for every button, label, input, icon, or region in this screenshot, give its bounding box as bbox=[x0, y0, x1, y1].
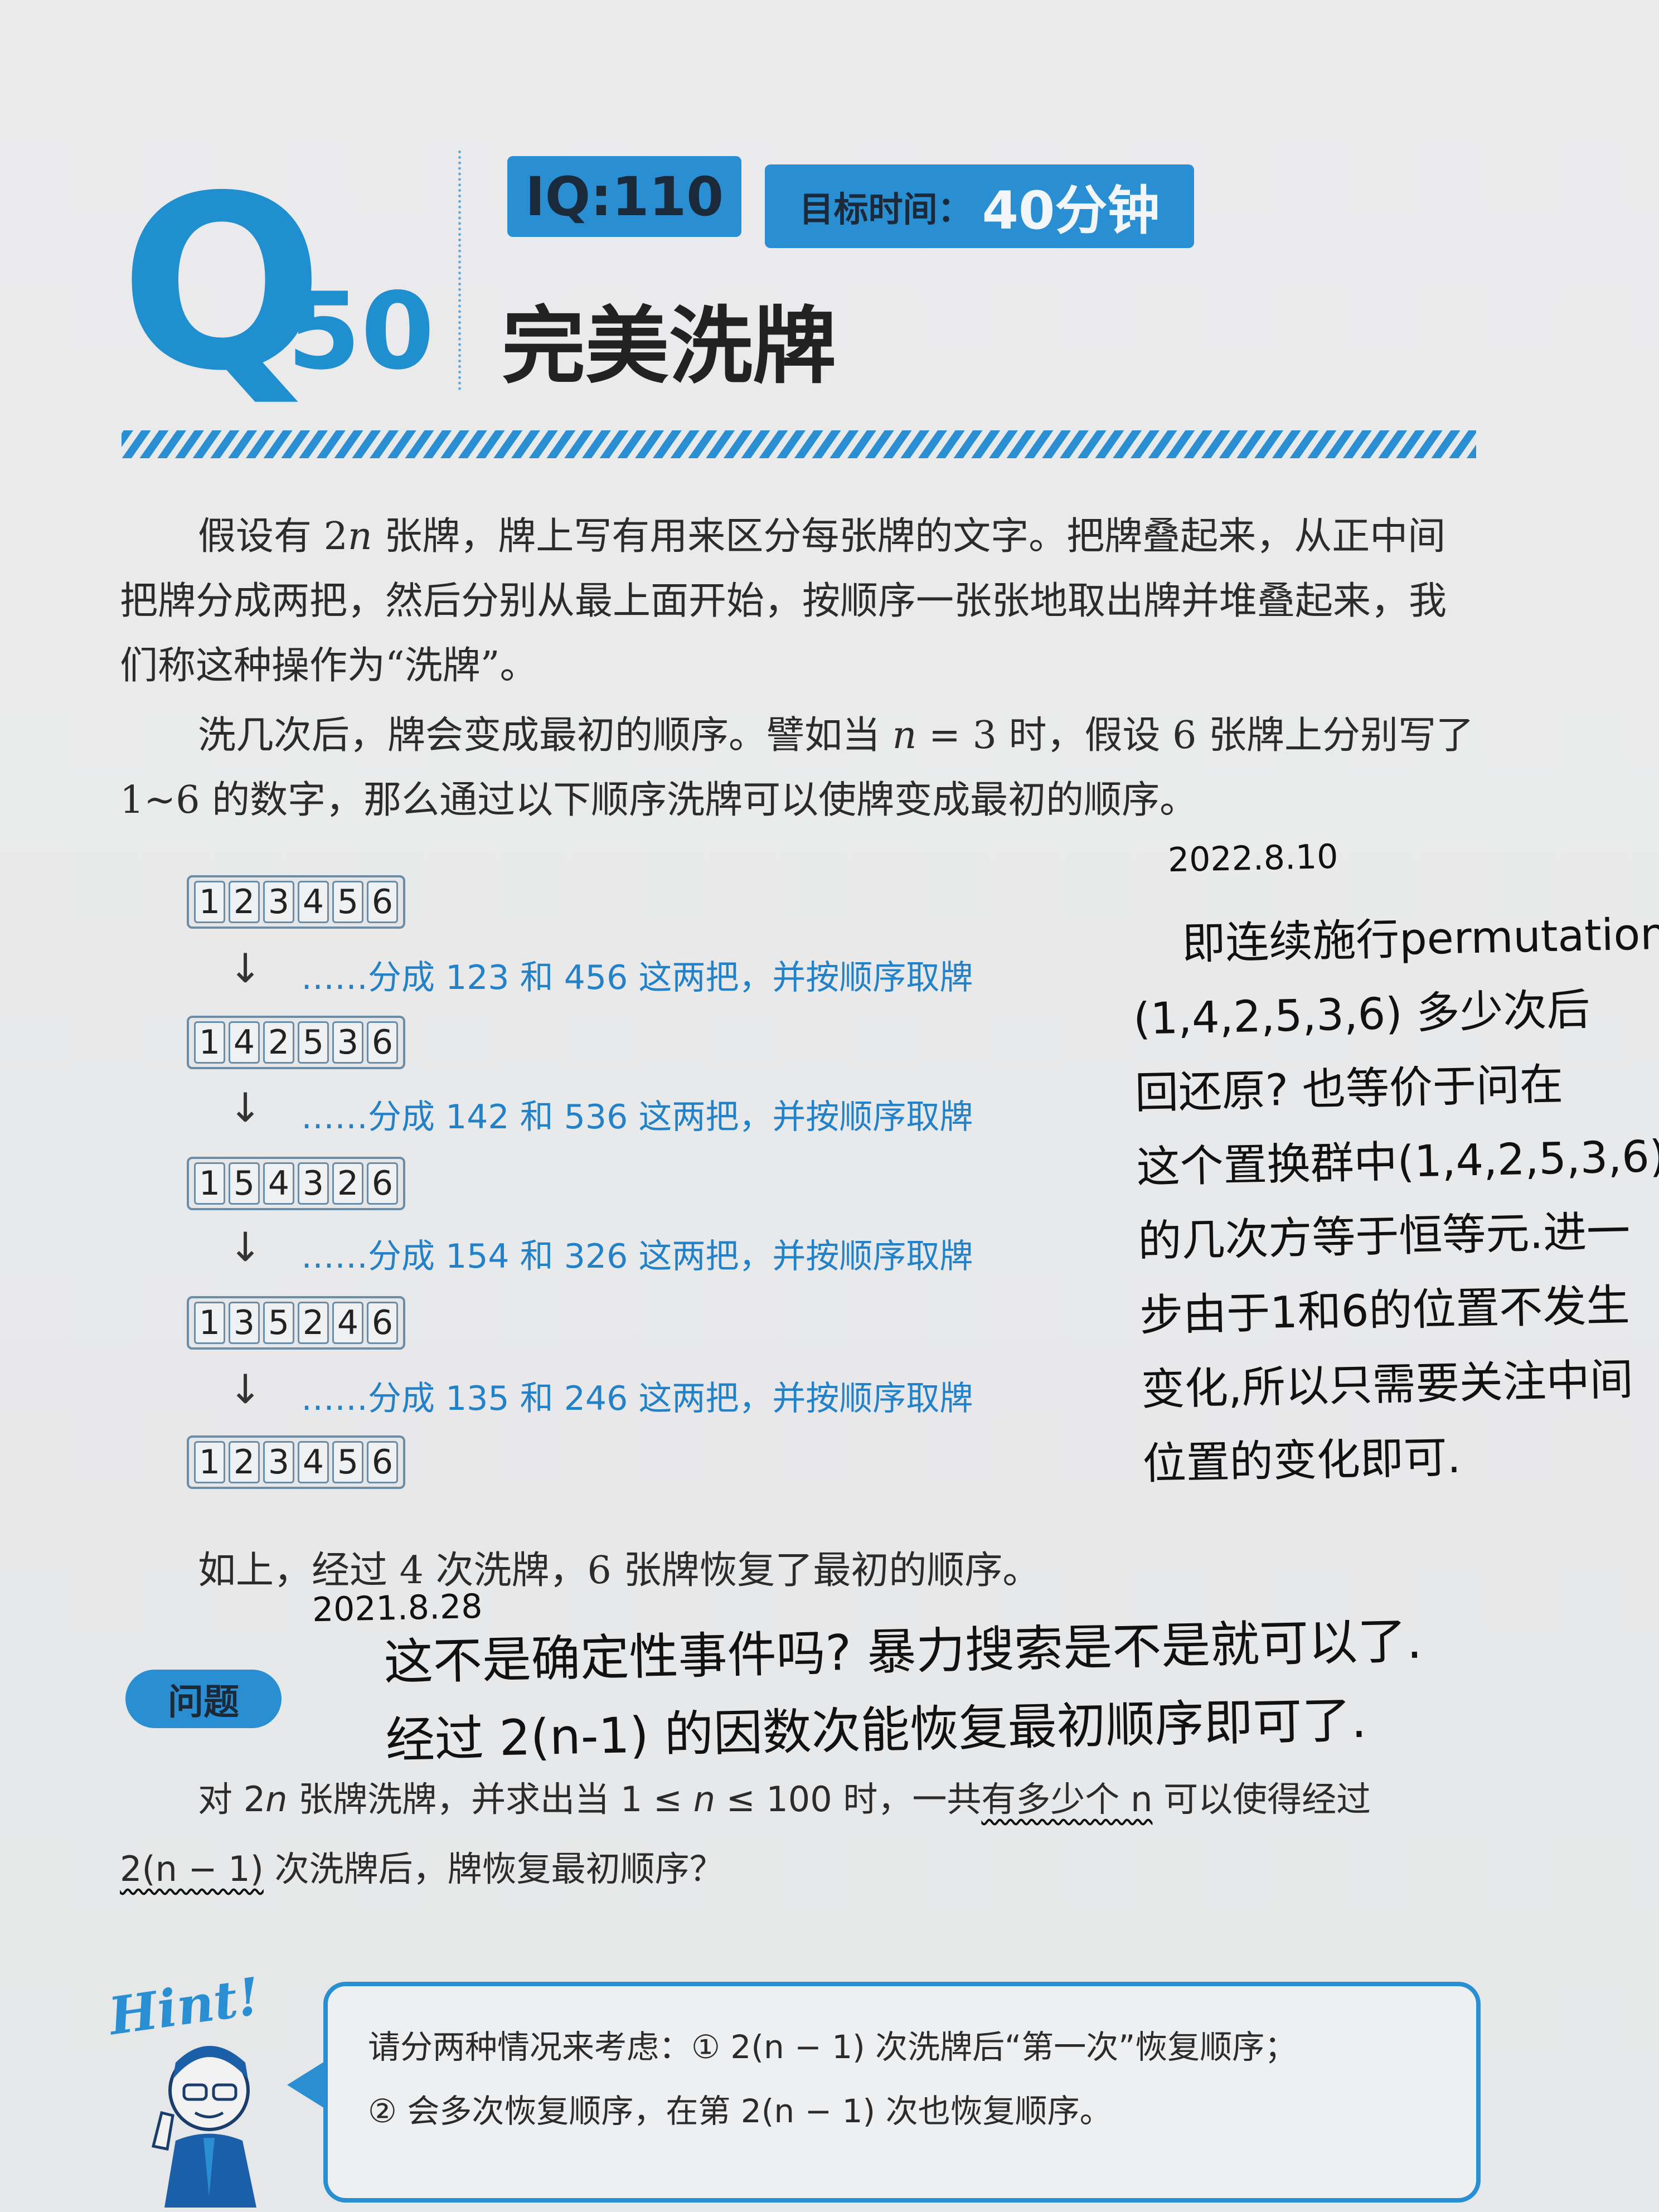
handwritten-line: 的几次方等于恒等元.进一 bbox=[1137, 1206, 1631, 1267]
card: 4 bbox=[229, 1021, 260, 1064]
question-fragment: ≤ 100 时，一共 bbox=[715, 1779, 982, 1820]
question-tag: 问题 bbox=[125, 1670, 282, 1728]
handwritten-date-right: 2022.8.10 bbox=[1167, 837, 1339, 880]
hint-text: 请分两种情况来考虑：① 2(n − 1) 次洗牌后“第一次”恢复顺序； ② 会多… bbox=[368, 2015, 1455, 2143]
handwritten-line: 这个置换群中(1,4,2,5,3,6) bbox=[1136, 1131, 1659, 1193]
handwritten-line: 回还原? 也等价于问在 bbox=[1134, 1059, 1564, 1119]
down-arrow-icon: ↓ bbox=[229, 1084, 263, 1131]
hint-line-2: ② 会多次恢复顺序，在第 2(n − 1) 次也恢复顺序。 bbox=[368, 2092, 1112, 2130]
header-stripe bbox=[122, 430, 1476, 458]
variable-n: n bbox=[347, 515, 372, 559]
card: 4 bbox=[298, 1441, 329, 1483]
card: 4 bbox=[263, 1162, 294, 1205]
handwritten-line: 变化,所以只需要关注中间 bbox=[1141, 1355, 1634, 1415]
question-text: 对 2n 张牌洗牌，并求出当 1 ≤ n ≤ 100 时，一共有多少个 n 可以… bbox=[120, 1764, 1480, 1904]
card: 5 bbox=[229, 1162, 260, 1205]
variable-n: n bbox=[693, 1779, 715, 1820]
card: 6 bbox=[367, 1441, 398, 1483]
step-note-1: ……分成 123 和 456 这两把，并按顺序取牌 bbox=[301, 958, 973, 997]
card: 1 bbox=[194, 1021, 225, 1064]
card: 5 bbox=[332, 881, 363, 923]
time-value: 40分钟 bbox=[982, 181, 1160, 241]
card: 4 bbox=[332, 1302, 363, 1344]
down-arrow-icon: ↓ bbox=[229, 1366, 263, 1413]
time-badge: 目标时间： 40分钟 bbox=[765, 164, 1194, 248]
teacher-mascot-icon bbox=[142, 2029, 282, 2208]
hint-line-1: 请分两种情况来考虑：① 2(n − 1) 次洗牌后“第一次”恢复顺序； bbox=[368, 2028, 1297, 2066]
card: 6 bbox=[367, 1162, 398, 1205]
down-arrow-icon: ↓ bbox=[229, 1224, 263, 1270]
book-page: Q 50 IQ:110 目标时间： 40分钟 完美洗牌 假设有 2n 张牌，牌上… bbox=[0, 0, 1659, 2212]
card: 1 bbox=[194, 881, 225, 923]
card-row-5: 1 2 3 4 5 6 bbox=[187, 1435, 405, 1489]
question-fragment: 可以使得经过 bbox=[1152, 1779, 1371, 1820]
question-fragment: 次洗牌后，牌恢复最初顺序？ bbox=[263, 1849, 724, 1889]
card: 3 bbox=[298, 1162, 329, 1205]
card: 2 bbox=[229, 881, 260, 923]
card: 3 bbox=[229, 1302, 260, 1344]
header-divider bbox=[458, 151, 461, 390]
card: 1 bbox=[194, 1162, 225, 1205]
variable-n: n bbox=[265, 1779, 288, 1820]
question-fragment: 对 2 bbox=[198, 1779, 266, 1820]
card: 3 bbox=[332, 1021, 363, 1064]
question-fragment: 张牌洗牌，并求出当 1 ≤ bbox=[287, 1779, 693, 1820]
step-note-3: ……分成 154 和 326 这两把，并按顺序取牌 bbox=[301, 1237, 973, 1276]
time-label: 目标时间： bbox=[799, 189, 972, 230]
card-row-3: 1 5 4 3 2 6 bbox=[187, 1157, 405, 1210]
card-row-1: 1 2 3 4 5 6 bbox=[187, 875, 405, 929]
underlined-phrase: 有多少个 n bbox=[981, 1779, 1153, 1820]
card: 1 bbox=[194, 1302, 225, 1344]
card: 6 bbox=[367, 881, 398, 923]
step-note-2: ……分成 142 和 536 这两把，并按顺序取牌 bbox=[301, 1098, 973, 1137]
card: 5 bbox=[298, 1021, 329, 1064]
card: 6 bbox=[367, 1021, 398, 1064]
handwritten-line: (1,4,2,5,3,6) 多少次后 bbox=[1133, 984, 1591, 1045]
card: 6 bbox=[367, 1302, 398, 1344]
card: 2 bbox=[263, 1021, 294, 1064]
handwritten-note-mid: 这不是确定性事件吗? 暴力搜索是不是就可以了. 经过 2(n-1) 的因数次能恢… bbox=[383, 1599, 1584, 1780]
card: 4 bbox=[298, 881, 329, 923]
handwritten-note-right: 即连续施行permutation (1,4,2,5,3,6) 多少次后 回还原?… bbox=[1131, 898, 1659, 1501]
page-title: 完美洗牌 bbox=[502, 298, 837, 395]
step-note-4: ……分成 135 和 246 这两把，并按顺序取牌 bbox=[301, 1379, 973, 1418]
iq-badge: IQ:110 bbox=[507, 156, 741, 237]
card-row-2: 1 4 2 5 3 6 bbox=[187, 1016, 405, 1069]
intro-text: 洗几次后，牌会变成最初的顺序。譬如当 bbox=[198, 714, 892, 758]
card: 1 bbox=[194, 1441, 225, 1483]
card: 5 bbox=[332, 1441, 363, 1483]
question-number: 50 bbox=[287, 270, 435, 393]
intro-paragraph-2: 洗几次后，牌会变成最初的顺序。譬如当 n = 3 时，假设 6 张牌上分别写了 … bbox=[120, 704, 1480, 833]
card: 5 bbox=[263, 1302, 294, 1344]
handwritten-line: 即连续施行permutation bbox=[1181, 909, 1659, 969]
intro-paragraph-1: 假设有 2n 张牌，牌上写有用来区分每张牌的文字。把牌叠起来，从正中间把牌分成两… bbox=[120, 505, 1480, 698]
card-row-4: 1 3 5 2 4 6 bbox=[187, 1296, 405, 1350]
underlined-phrase: 2(n − 1) bbox=[120, 1849, 264, 1889]
card: 2 bbox=[298, 1302, 329, 1344]
card: 2 bbox=[229, 1441, 260, 1483]
variable-n: n bbox=[892, 714, 917, 758]
question-letter: Q bbox=[120, 145, 324, 424]
down-arrow-icon: ↓ bbox=[229, 945, 263, 992]
intro-text: 假设有 2 bbox=[198, 515, 348, 559]
card: 2 bbox=[332, 1162, 363, 1205]
handwritten-line: 位置的变化即可. bbox=[1142, 1432, 1462, 1490]
handwritten-line: 步由于1和6的位置不发生 bbox=[1139, 1280, 1631, 1341]
card: 3 bbox=[263, 881, 294, 923]
card: 3 bbox=[263, 1441, 294, 1483]
